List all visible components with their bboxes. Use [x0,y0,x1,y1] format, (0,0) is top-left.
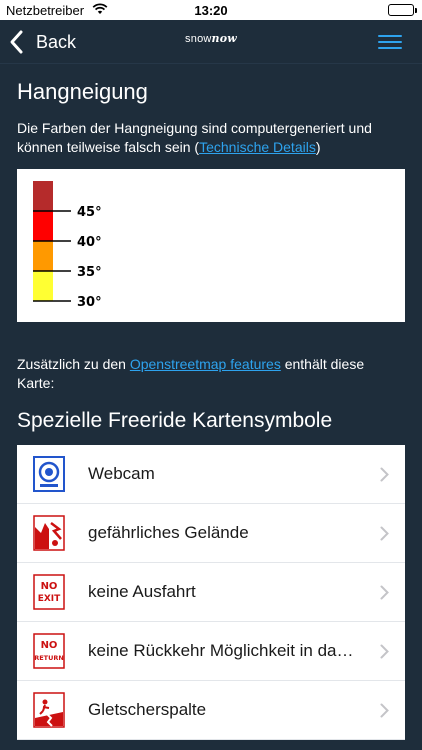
crevasse-icon [33,692,65,728]
hamburger-icon [378,35,402,37]
legend-label-40: 40° [77,235,102,250]
list-item-label: Webcam [88,464,155,483]
no-exit-sign-text-2: EXIT [38,594,61,604]
chevron-right-icon [380,585,389,600]
status-bar: Netzbetreiber 13:20 [0,0,422,20]
webcam-icon [33,456,65,492]
chevron-right-icon [380,703,389,718]
openstreetmap-features-link[interactable]: Openstreetmap features [130,356,281,372]
osm-text-1: Zusätzlich zu den [17,356,130,372]
battery-icon [388,4,417,16]
legend-label-30: 30° [77,295,102,310]
no-exit-sign-text-1: NO [41,581,58,592]
section-title: Spezielle Freeride Kartensymbole [17,409,333,432]
legend-swatch-35 [33,241,53,271]
no-return-sign-text-1: NO [41,640,58,651]
chevron-right-icon [380,526,389,541]
legend-swatch-30 [33,271,53,301]
list-item-crevasse[interactable]: Gletscherspalte [17,681,405,740]
list-item-dangerous-terrain[interactable]: gefährliches Gelände [17,504,405,563]
no-exit-icon: NO EXIT [33,574,65,610]
app-logo: snownow [0,32,422,45]
list-item-no-return[interactable]: NO RETURN keine Rückkehr Möglichkeit in … [17,622,405,681]
list-item-label: Gletscherspalte [88,700,207,719]
logo-text: snow [185,33,212,45]
dangerous-terrain-icon [33,515,65,551]
osm-description: Zusätzlich zu den Openstreetmap features… [17,355,405,393]
page-title: Hangneigung [17,79,148,104]
legend-swatch-45 [33,181,53,211]
chevron-right-icon [380,467,389,482]
chevron-right-icon [380,644,389,659]
legend-label-45: 45° [77,205,102,220]
slope-description: Die Farben der Hangneigung sind computer… [17,119,405,157]
technical-details-link[interactable]: Technische Details [199,139,316,155]
clock: 13:20 [194,3,228,18]
list-item-webcam[interactable]: Webcam [17,445,405,504]
navigation-bar: Back snownow [0,20,422,64]
no-return-icon: NO RETURN [33,633,65,669]
slope-legend: 45° 40° 35° 30° [17,169,405,322]
list-item-label: keine Ausfahrt [88,582,196,601]
description-end: ) [315,139,321,155]
symbol-list: Webcam gefährliches Gelände NO EXIT kein… [17,445,405,740]
list-item-no-exit[interactable]: NO EXIT keine Ausfahrt [17,563,405,622]
legend-swatch-40 [33,211,53,241]
menu-button[interactable] [378,35,402,51]
main-content: Hangneigung Die Farben der Hangneigung s… [17,64,405,740]
list-item-label: gefährliches Gelände [88,523,249,542]
list-item-label: keine Rückkehr Möglichkeit in das Skigeb… [88,641,358,660]
legend-label-35: 35° [77,265,102,280]
logo-text-bold: now [211,32,237,45]
no-return-sign-text-2: RETURN [34,654,64,662]
